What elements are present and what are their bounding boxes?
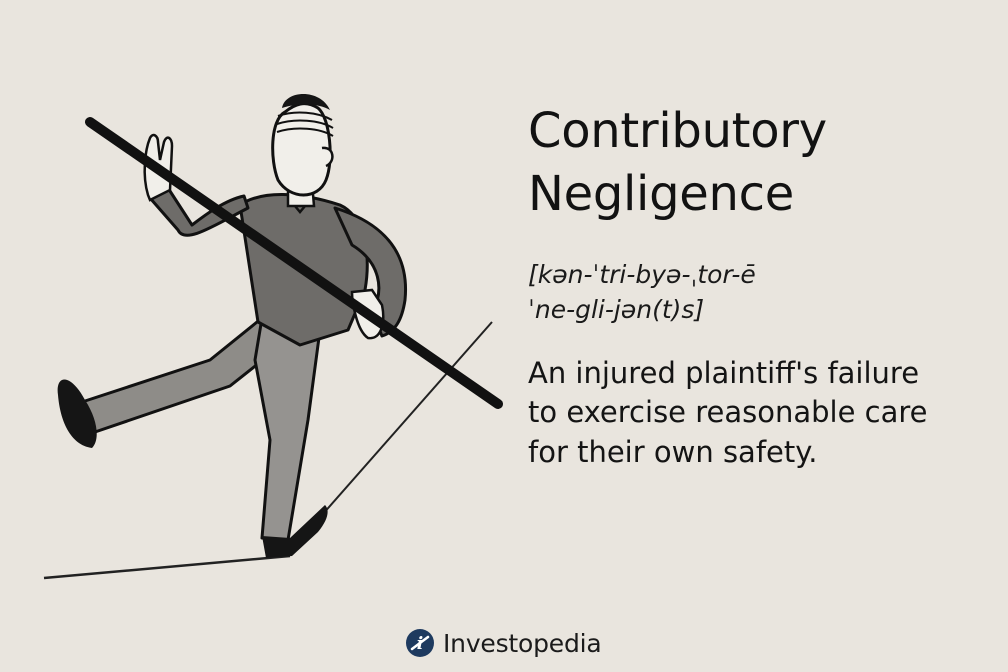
definition-panel: Contributory Negligence [kən-ˈtri-byə-ˌt… — [528, 100, 988, 472]
pronunciation-line-2: ˈne-gli-jən(t)s] — [528, 295, 705, 325]
logo-letter: i — [417, 634, 423, 654]
term-title-line-2: Negligence — [528, 166, 794, 223]
term-title-line-1: Contributory — [528, 103, 827, 159]
back-leg — [57, 316, 290, 448]
definition-line-1: An injured plaintiff's failure — [528, 355, 920, 390]
head — [271, 94, 334, 208]
definition-line-2: to exercise reasonable care — [528, 395, 928, 430]
pronunciation-line-1: [kən-ˈtri-byə-ˌtor-ē — [528, 259, 756, 289]
brand-name: Investopedia — [443, 628, 602, 658]
tightrope-walker-illustration — [43, 94, 503, 580]
brand-footer: i Investopedia — [405, 626, 602, 660]
definition-line-3: for their own safety. — [528, 434, 818, 469]
front-leg — [253, 316, 328, 558]
definition-text: An injured plaintiff's failure to exerci… — [528, 354, 988, 472]
term-title: Contributory Negligence — [528, 100, 988, 227]
investopedia-logo-icon: i — [406, 629, 434, 657]
pronunciation: [kən-ˈtri-byə-ˌtor-ē ˈne-gli-jən(t)s] — [528, 257, 988, 328]
